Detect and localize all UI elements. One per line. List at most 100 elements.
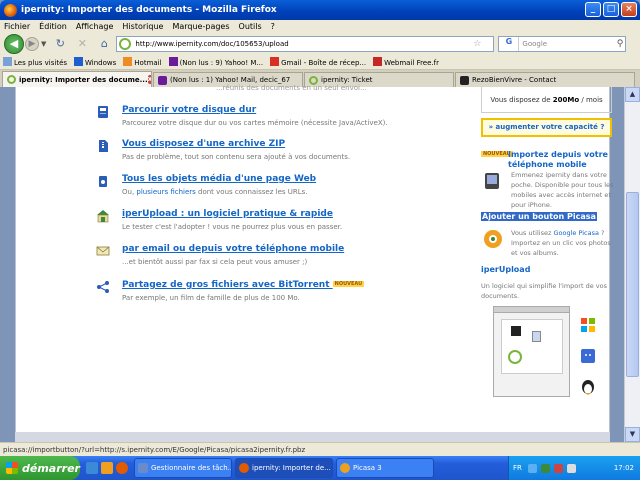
reload-icon[interactable]: ↻ [52,36,68,52]
menu-edition[interactable]: Édition [39,22,67,31]
stop-icon[interactable]: ✕ [74,36,90,52]
google-picasa-link[interactable]: Google Picasa [553,229,599,237]
multiple-files-link[interactable]: plusieurs fichiers [136,188,195,196]
hotmail-icon [123,57,133,66]
scroll-thumb[interactable] [626,192,639,377]
security-icon[interactable] [553,463,563,473]
bookmark-windows[interactable]: Windows [74,57,116,67]
bookmark-hotmail[interactable]: Hotmail [123,57,162,67]
bittorrent-icon [97,281,109,293]
window-titlebar: ipernity: Importer des documents - Mozil… [0,0,640,20]
forward-button[interactable]: ▶ [25,37,39,51]
media-icon [99,176,107,187]
tab-ipernity-import[interactable]: ipernity: Importer des docume... x [2,71,152,87]
minimize-button[interactable]: _ [585,2,601,17]
home-icon[interactable]: ⌂ [96,36,112,52]
search-icon[interactable]: ⚲ [617,39,626,49]
navigation-toolbar: ◀ ▶ ▼ ↻ ✕ ⌂ http://www.ipernity.com/doc/… [0,33,640,55]
option-title[interactable]: Parcourir votre disque dur [122,105,256,115]
task-task-manager[interactable]: Gestionnaire des tâch... [134,458,232,478]
quota-box: Vous disposez de 200Mo / mois [481,87,612,113]
bookmark-free[interactable]: Webmail Free.fr [373,57,439,67]
option-desc: Pas de problème, tout son contenu sera a… [122,153,351,161]
software-icon [97,210,109,223]
menu-affichage[interactable]: Affichage [76,22,114,31]
maximize-button[interactable]: □ [603,2,619,17]
picasa-task-icon [340,463,350,473]
option-title[interactable]: Vous disposez d'une archive ZIP [122,139,285,149]
mobile-import-desc: Emmenez ipernity dans votre poche. Dispo… [511,171,614,209]
picasa-desc: Vous utilisez Google Picasa ? Importez e… [511,229,611,257]
url-text: http://www.ipernity.com/doc/105653/uploa… [135,40,289,48]
option-title[interactable]: Partagez de gros fichiers avec BitTorren… [122,280,365,290]
iperupload-desc: Un logiciel qui simplifie l'import de vo… [481,282,607,300]
option-title[interactable]: Tous les objets média d'une page Web [122,174,316,184]
tab-rezobienvivre[interactable]: RezoBienVivre - Contact [455,72,635,87]
back-button[interactable]: ◀ [4,34,24,54]
iperupload-screenshot[interactable] [493,306,570,397]
option-title[interactable]: iperUpload : un logiciel pratique & rapi… [122,209,333,219]
volume-icon[interactable] [566,463,576,473]
picasa-icon [484,230,502,248]
url-bar[interactable]: http://www.ipernity.com/doc/105653/uploa… [116,36,495,52]
status-bar: picasa://importbutton/?url=http://s.iper… [0,442,640,456]
task-firefox[interactable]: ipernity: Importer de... [235,458,333,478]
menu-marque-pages[interactable]: Marque-pages [172,22,229,31]
option-title[interactable]: par email ou depuis votre téléphone mobi… [122,244,344,254]
email-icon [96,246,110,256]
vertical-scrollbar[interactable]: ▲ ▼ [624,87,640,442]
close-button[interactable]: × [621,2,637,17]
search-engine-icon[interactable]: G [499,37,520,51]
upgrade-capacity-link[interactable]: » augmenter votre capacité ? [481,118,612,137]
windows-taskbar: démarrer Gestionnaire des tâch... iperni… [0,456,640,480]
mobile-import-block: NOUVEAU Importez depuis votre téléphone … [481,150,621,209]
network-icon[interactable] [540,463,550,473]
bookmark-star-icon[interactable]: ☆ [473,39,493,49]
ie-icon[interactable] [86,462,98,474]
media-player-icon[interactable] [101,462,113,474]
bookmark-most-visited[interactable]: Les plus visités [3,57,67,67]
iperupload-title[interactable]: iperUpload [481,265,621,274]
tab-close-icon[interactable]: x [147,75,151,84]
start-button[interactable]: démarrer [0,456,80,480]
menu-help[interactable]: ? [271,22,275,31]
windows-bookmark-icon [74,57,84,66]
firefox-quicklaunch-icon[interactable] [116,462,128,474]
hard-disk-icon [98,106,108,118]
option-desc: Le tester c'est l'adopter ! vous ne pour… [122,223,343,231]
option-desc: ...et bientôt aussi par fax si cela peut… [122,258,308,266]
option-desc: Parcourez votre disque dur ou vos cartes… [122,119,388,127]
bookmark-gmail[interactable]: Gmail - Boîte de récep... [270,57,366,67]
free-icon [373,57,383,66]
linux-icon [580,377,596,399]
tray-arrow-icon[interactable] [527,463,537,473]
page-body: ...réunis des documents en un seul envoi… [15,84,613,432]
menu-outils[interactable]: Outils [239,22,262,31]
rezobienvivre-favicon-icon [460,75,469,85]
language-indicator[interactable]: FR [513,464,522,472]
mobile-import-title[interactable]: Importez depuis votre téléphone mobile [508,150,621,170]
yahoo-icon [168,57,178,66]
history-dropdown-icon[interactable]: ▼ [41,40,46,48]
firefox-task-icon [239,463,249,473]
ipernity-favicon-icon [7,75,16,84]
mobile-phone-icon [485,173,499,189]
task-picasa[interactable]: Picasa 3 [336,458,434,478]
menu-historique[interactable]: Historique [122,22,163,31]
partial-text: ...réunis des documents en un seul envoi… [216,84,367,92]
menu-fichier[interactable]: Fichier [4,22,30,31]
search-box[interactable]: G Google ⚲ [498,36,627,52]
bookmarks-toolbar: Les plus visités Windows Hotmail (Non lu… [0,55,640,70]
picasa-button-title[interactable]: Ajouter un bouton Picasa [481,212,597,221]
bookmark-yahoo[interactable]: (Non lus : 9) Yahoo! M... [168,57,263,67]
scroll-up-icon[interactable]: ▲ [625,87,640,102]
yahoo-favicon-icon [158,75,167,85]
clock: 17:02 [613,464,634,472]
quick-launch [86,462,128,474]
zip-archive-icon [99,140,108,152]
site-favicon-icon [119,38,132,50]
scroll-down-icon[interactable]: ▼ [625,427,640,442]
menu-bar: Fichier Édition Affichage Historique Mar… [0,20,640,33]
gmail-icon [270,57,280,66]
picasa-block: Ajouter un bouton Picasa Vous utilisez G… [481,212,621,257]
